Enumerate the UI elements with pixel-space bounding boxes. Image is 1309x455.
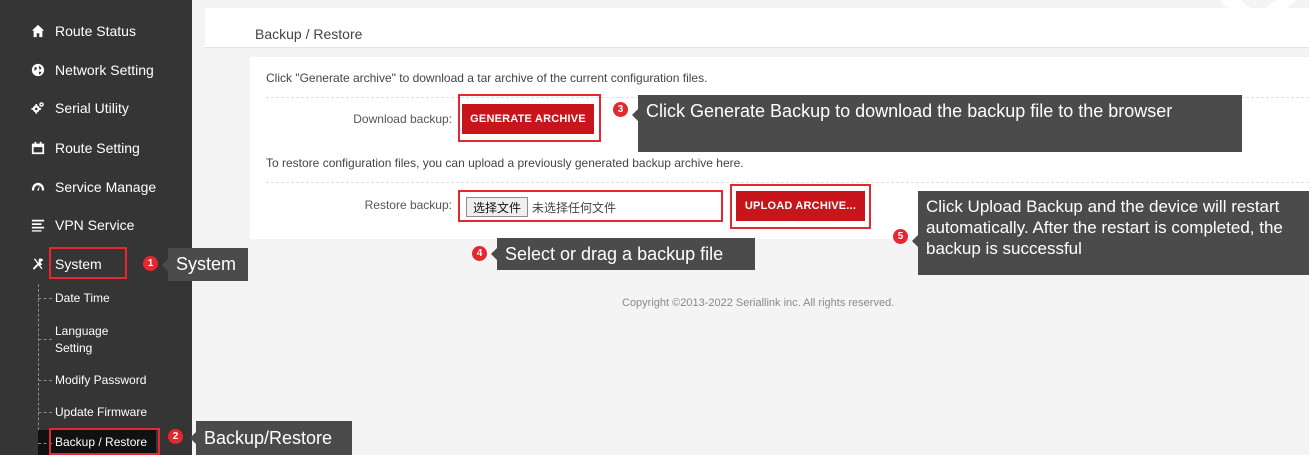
annotation-badge: 5 <box>893 229 908 244</box>
corner-decoration <box>1219 0 1297 30</box>
annotation-text: Click Upload Backup and the device will … <box>926 197 1283 258</box>
download-backup-label: Download backup: <box>353 112 452 126</box>
sidebar-item-label: Route Status <box>55 23 136 39</box>
restore-backup-label: Restore backup: <box>364 198 452 212</box>
sidebar-subitem-label: Date Time <box>55 291 110 305</box>
annotation-callout: System <box>162 248 248 281</box>
panel-header <box>205 8 1309 48</box>
cogs-icon <box>30 100 46 116</box>
sidebar-item-label: System <box>55 256 102 272</box>
copyright-text: Copyright ©2013-2022 Seriallink inc. All… <box>622 297 895 309</box>
sidebar-item-network-setting[interactable]: Network Setting <box>0 51 192 89</box>
annotation-text: Backup/Restore <box>204 427 333 448</box>
sidebar-subitem-update-firmware[interactable]: Update Firmware <box>38 402 188 422</box>
sidebar-item-label: VPN Service <box>55 217 135 233</box>
annotation-badge: 3 <box>613 102 628 117</box>
dashboard-icon <box>30 179 46 195</box>
annotation-badge: 4 <box>472 246 487 261</box>
divider <box>266 182 1309 183</box>
globe-icon <box>30 62 46 78</box>
annotation-callout: Click Upload Backup and the device will … <box>912 191 1309 275</box>
generate-description: Click "Generate archive" to download a t… <box>266 71 708 85</box>
sidebar-subitem-label: Backup / Restore <box>55 435 148 449</box>
sidebar-item-label: Network Setting <box>55 62 154 78</box>
restore-description: To restore configuration files, you can … <box>266 156 744 170</box>
page-title: Backup / Restore <box>255 26 363 42</box>
sidebar-item-label: Route Setting <box>55 140 140 156</box>
sidebar-subitem-label: Modify Password <box>55 373 147 387</box>
choose-file-button[interactable]: 选择文件 <box>466 197 529 217</box>
sidebar-subitem-label: Update Firmware <box>55 405 148 419</box>
annotation-badge: 2 <box>168 429 183 444</box>
no-file-selected-text: 未选择任何文件 <box>532 200 617 215</box>
annotation-badge: 1 <box>143 256 158 271</box>
sidebar-item-route-setting[interactable]: Route Setting <box>0 129 192 167</box>
annotation-text: Select or drag a backup file <box>505 243 724 264</box>
sidebar-item-route-status[interactable]: Route Status <box>0 12 192 50</box>
annotation-callout: Click Generate Backup to download the ba… <box>632 95 1242 152</box>
sidebar-item-label: Service Manage <box>55 179 157 195</box>
sidebar-subitem-language-setting[interactable]: Language Setting <box>38 321 128 357</box>
sidebar-item-vpn-service[interactable]: VPN Service <box>0 206 192 244</box>
annotation-callout: Backup/Restore <box>190 421 352 455</box>
sidebar-item-service-manage[interactable]: Service Manage <box>0 168 192 206</box>
generate-archive-button[interactable]: GENERATE ARCHIVE <box>462 104 594 134</box>
backup-file-input[interactable]: 选择文件 未选择任何文件 <box>466 196 616 218</box>
sidebar-subitem-date-time[interactable]: Date Time <box>38 288 188 308</box>
sidebar-item-label: Serial Utility <box>55 100 129 116</box>
annotation-text: System <box>176 254 237 274</box>
sidebar-subitem-modify-password[interactable]: Modify Password <box>38 370 188 390</box>
home-icon <box>30 23 46 39</box>
calendar-icon <box>30 140 46 156</box>
tools-icon <box>30 256 46 272</box>
annotation-callout: Select or drag a backup file <box>491 238 755 270</box>
sidebar-subitem-label: Language Setting <box>55 324 109 355</box>
sidebar-item-serial-utility[interactable]: Serial Utility <box>0 89 192 127</box>
annotation-text: Click Generate Backup to download the ba… <box>646 101 1173 121</box>
list-icon <box>30 217 46 233</box>
upload-archive-button[interactable]: UPLOAD ARCHIVE... <box>736 191 865 221</box>
sidebar-subitem-backup-restore[interactable]: Backup / Restore <box>38 430 156 455</box>
sidebar: Route Status Network Setting Serial Util… <box>0 0 192 455</box>
